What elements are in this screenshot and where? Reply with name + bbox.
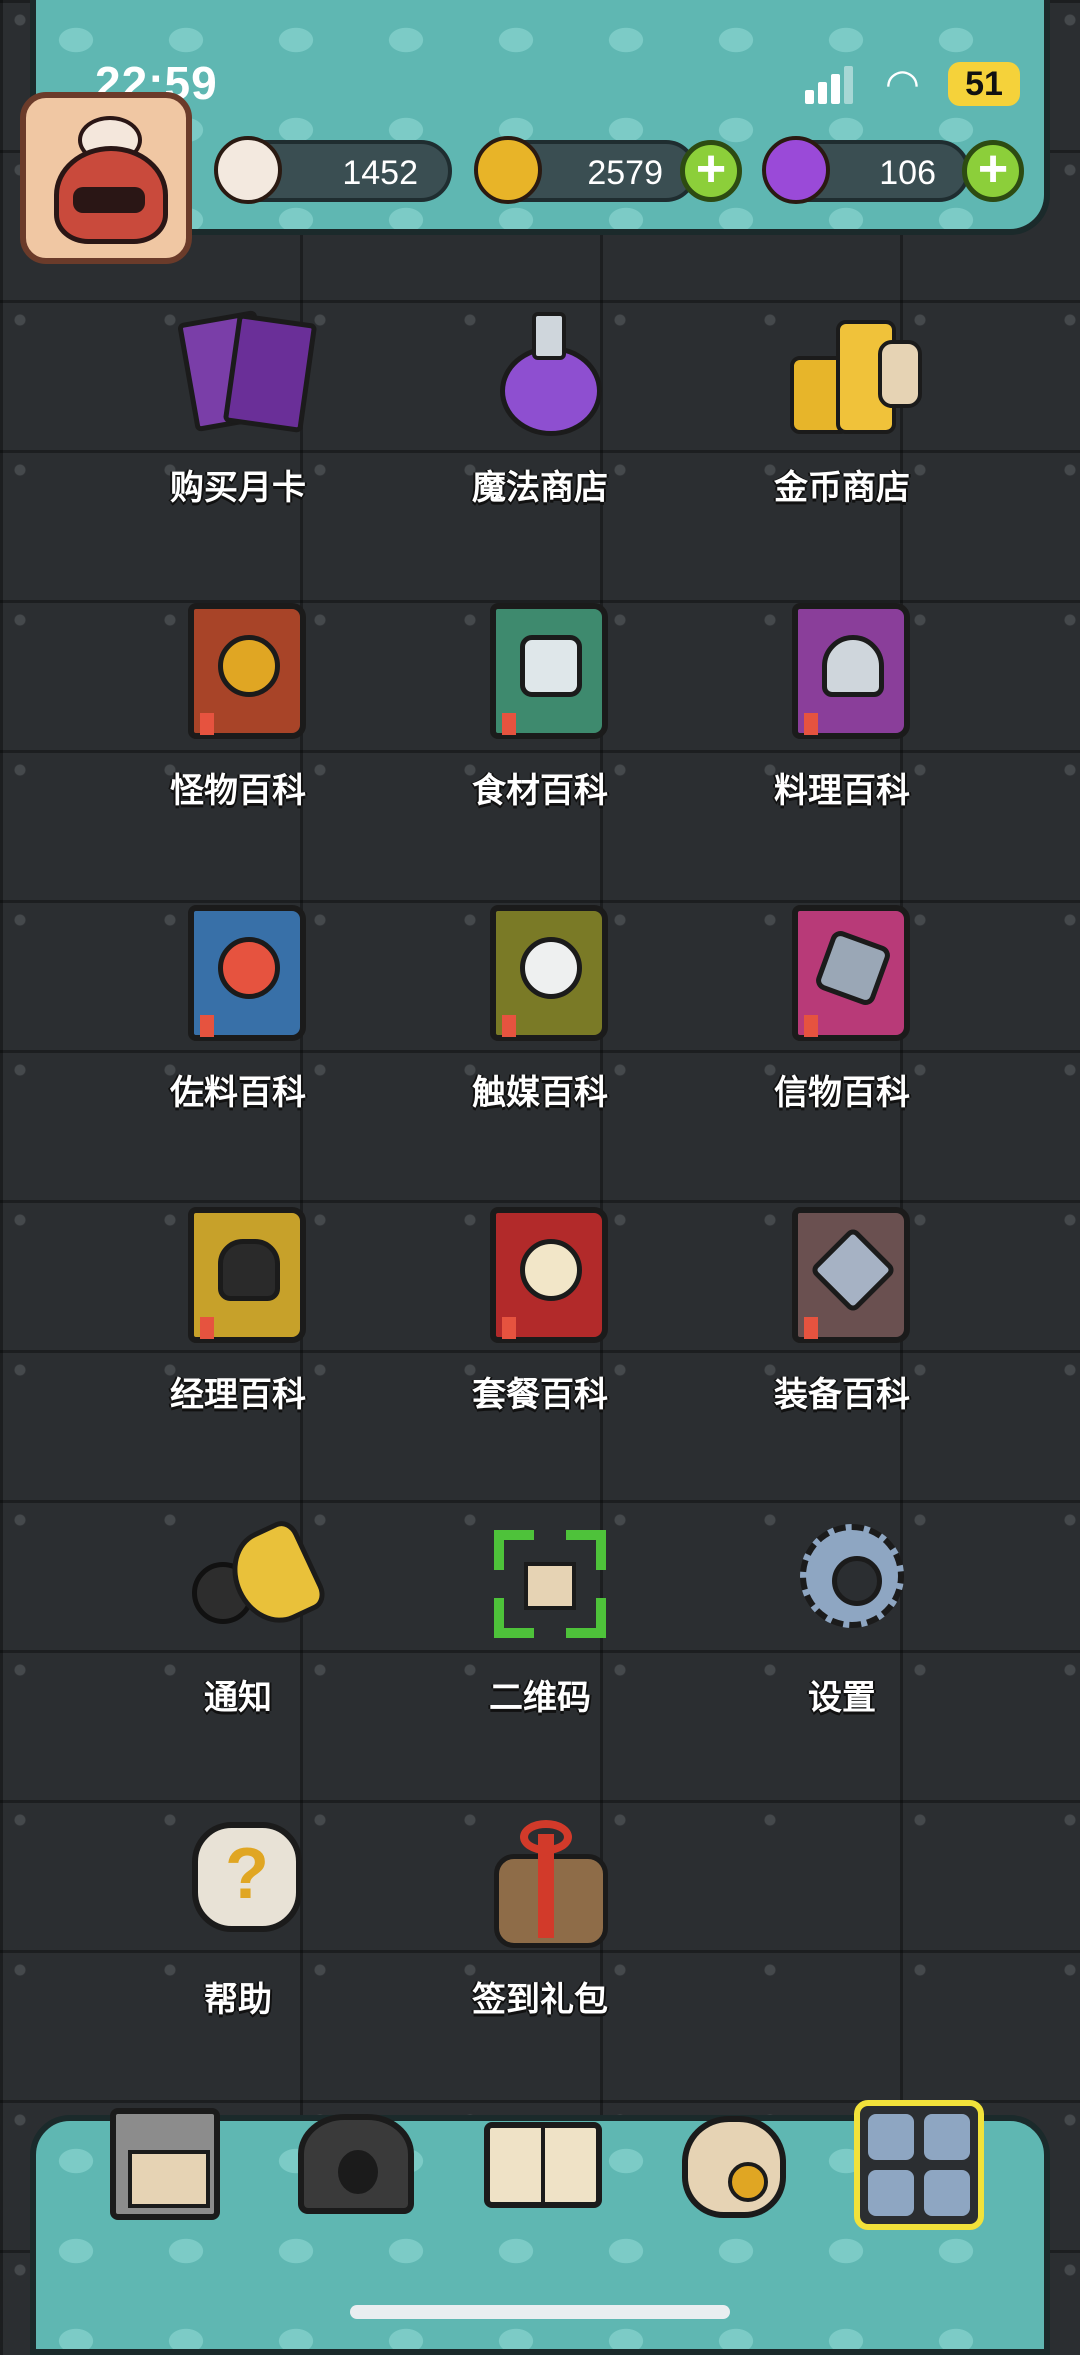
menu-item-token-book[interactable]: 信物百科 [722,897,962,1157]
home-indicator[interactable] [350,2305,730,2319]
menu-item-monthly-card[interactable]: 购买月卡 [118,292,358,552]
menu-item-coin-shop[interactable]: 金币商店 [722,292,962,552]
ingredient-book-icon [480,603,610,743]
manager-book-icon [178,1207,308,1347]
menu-item-seasoning-book[interactable]: 佐料百科 [118,897,358,1157]
set-meal-book-icon [480,1207,610,1347]
menu-item-set-meal-book[interactable]: 套餐百科 [420,1199,660,1459]
menu-item-cuisine-book[interactable]: 料理百科 [722,595,962,855]
menu-item-catalyst-book[interactable]: 触媒百科 [420,897,660,1157]
open-book-icon [484,2122,602,2208]
menu-item-magic-shop[interactable]: 魔法商店 [420,292,660,552]
player-avatar[interactable] [20,92,192,264]
nav-dungeon[interactable] [290,2098,430,2238]
dungeon-icon [298,2114,414,2214]
nav-shop[interactable] [668,2098,808,2238]
catalyst-book-icon [480,905,610,1045]
eyeball-currency: 1452 [214,136,452,204]
token-book-icon [782,905,912,1045]
magic-shop-icon [480,300,610,440]
coin-currency: 2579 [474,136,697,204]
monster-face-icon [54,146,168,244]
menu-item-ingredient-book[interactable]: 食材百科 [420,595,660,855]
battery-indicator: 51 [948,62,1020,106]
menu-item-equipment-book[interactable]: 装备百科 [722,1199,962,1459]
eyeball-icon [214,136,282,204]
monthly-card-icon [177,300,318,440]
qr-code-icon [480,1510,610,1650]
nav-restaurant[interactable] [100,2098,240,2238]
add-coins-button[interactable]: + [680,140,742,202]
equipment-book-icon [782,1207,912,1347]
gift-icon [480,1812,610,1952]
menu-item-manager-book[interactable]: 经理百科 [118,1199,358,1459]
cellular-signal-icon [805,64,853,104]
menu-item-qr-code[interactable]: 二维码 [420,1502,660,1762]
nav-menu[interactable] [850,2098,990,2238]
wifi-icon: ◠ [885,62,920,106]
megaphone-icon [178,1510,331,1650]
menu-item-help[interactable]: ? 帮助 [118,1804,358,2064]
potion-currency: 106 [762,136,970,204]
help-icon: ? [178,1812,308,1952]
add-potion-button[interactable]: + [962,140,1024,202]
money-bag-icon [682,2116,786,2218]
coin-icon [474,136,542,204]
menu-item-check-in-gift[interactable]: 签到礼包 [420,1804,660,2064]
gear-icon [782,1510,912,1650]
monster-book-icon [178,603,308,743]
nav-encyclopedia[interactable] [478,2098,618,2238]
menu-item-settings[interactable]: 设置 [722,1502,962,1762]
seasoning-book-icon [178,905,308,1045]
menu-item-notification[interactable]: 通知 [118,1502,358,1762]
grid-menu-icon [854,2100,984,2230]
potion-icon [762,136,830,204]
menu-item-monster-book[interactable]: 怪物百科 [118,595,358,855]
coin-shop-icon [782,300,922,440]
cuisine-book-icon [782,603,912,743]
restaurant-icon [110,2108,220,2220]
